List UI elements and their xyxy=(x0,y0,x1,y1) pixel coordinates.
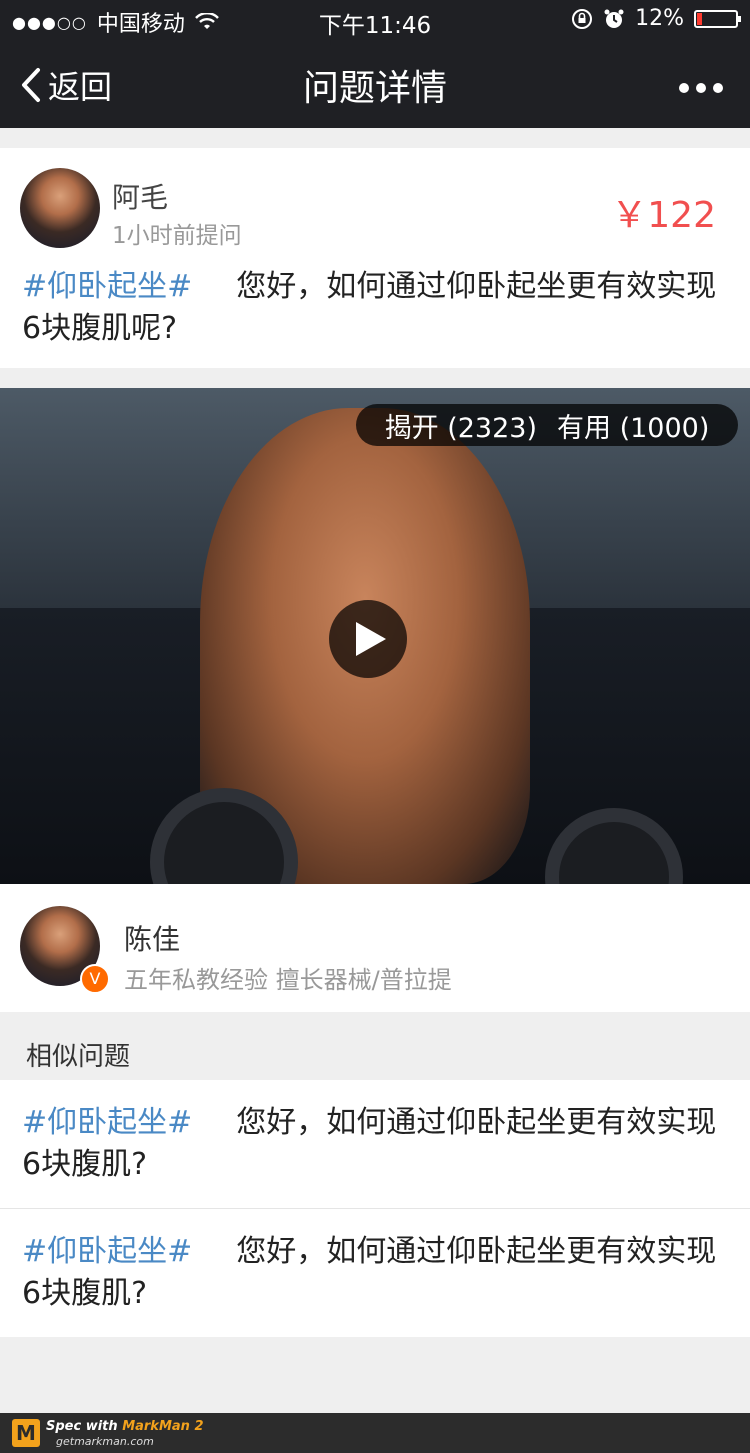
answerer-description: 五年私教经验 擅长器械/普拉提 xyxy=(124,966,452,994)
battery-nub xyxy=(738,15,741,22)
question-card: 阿毛 1小时前提问 ￥122 #仰卧起坐# 您好，如何通过仰卧起坐更有效实现6块腹… xyxy=(0,148,750,368)
footer-brand: MarkMan 2 xyxy=(122,1419,204,1434)
asker-name: 阿毛 xyxy=(112,181,169,214)
reveal-count: 揭开 (2323) xyxy=(384,412,537,444)
answerer-name: 陈佳 xyxy=(124,923,181,956)
answer-video[interactable]: 揭开 (2323) 有用 (1000) xyxy=(0,388,750,884)
status-right: 12% xyxy=(571,6,741,31)
similar-question-text: #仰卧起坐# 您好，如何通过仰卧起坐更有效实现6块腹肌? xyxy=(22,1231,732,1315)
battery-icon xyxy=(694,9,741,28)
nav-bar: 返回 问题详情 xyxy=(0,40,750,128)
question-text: #仰卧起坐# 您好，如何通过仰卧起坐更有效实现6块腹肌呢? xyxy=(22,266,732,350)
more-dots-icon xyxy=(679,83,723,93)
question-tag[interactable]: #仰卧起坐# xyxy=(22,1234,192,1269)
question-time: 1小时前提问 xyxy=(112,223,242,249)
list-item[interactable]: #仰卧起坐# 您好，如何通过仰卧起坐更有效实现6块腹肌? xyxy=(0,1080,750,1208)
answerer-card[interactable]: V 陈佳 五年私教经验 擅长器械/普拉提 xyxy=(0,884,750,1012)
weight-plate-right xyxy=(545,808,683,884)
footer-site: getmarkman.com xyxy=(56,1435,154,1448)
list-item[interactable]: #仰卧起坐# 您好，如何通过仰卧起坐更有效实现6块腹肌? xyxy=(0,1209,750,1337)
question-tag[interactable]: #仰卧起坐# xyxy=(22,269,192,304)
play-button[interactable] xyxy=(329,600,407,678)
footer-spec-with: Spec with xyxy=(46,1419,123,1434)
alarm-icon xyxy=(604,9,624,28)
status-bar: ●●●○○ 中国移动 下午11:46 12% xyxy=(0,0,750,40)
similar-question-text: #仰卧起坐# 您好，如何通过仰卧起坐更有效实现6块腹肌? xyxy=(22,1102,732,1186)
page-title: 问题详情 xyxy=(302,68,447,109)
footer-spec-text: Spec with MarkMan 2 xyxy=(46,1419,204,1434)
rotation-lock-icon xyxy=(572,8,593,29)
avatar[interactable] xyxy=(20,168,100,248)
more-button[interactable] xyxy=(678,64,724,104)
similar-questions-header: 相似问题 xyxy=(26,1042,131,1072)
question-tag[interactable]: #仰卧起坐# xyxy=(22,1105,192,1140)
battery-level xyxy=(697,12,702,25)
battery-percent: 12% xyxy=(635,6,684,31)
play-icon xyxy=(356,622,386,656)
verified-badge: V xyxy=(80,964,110,994)
question-price: ￥122 xyxy=(611,195,716,236)
reveal-useful-badge[interactable]: 揭开 (2323) 有用 (1000) xyxy=(356,404,738,446)
useful-count: 有用 (1000) xyxy=(557,412,710,444)
markman-footer: M Spec with MarkMan 2 getmarkman.com xyxy=(0,1413,750,1453)
markman-logo: M xyxy=(12,1419,40,1447)
